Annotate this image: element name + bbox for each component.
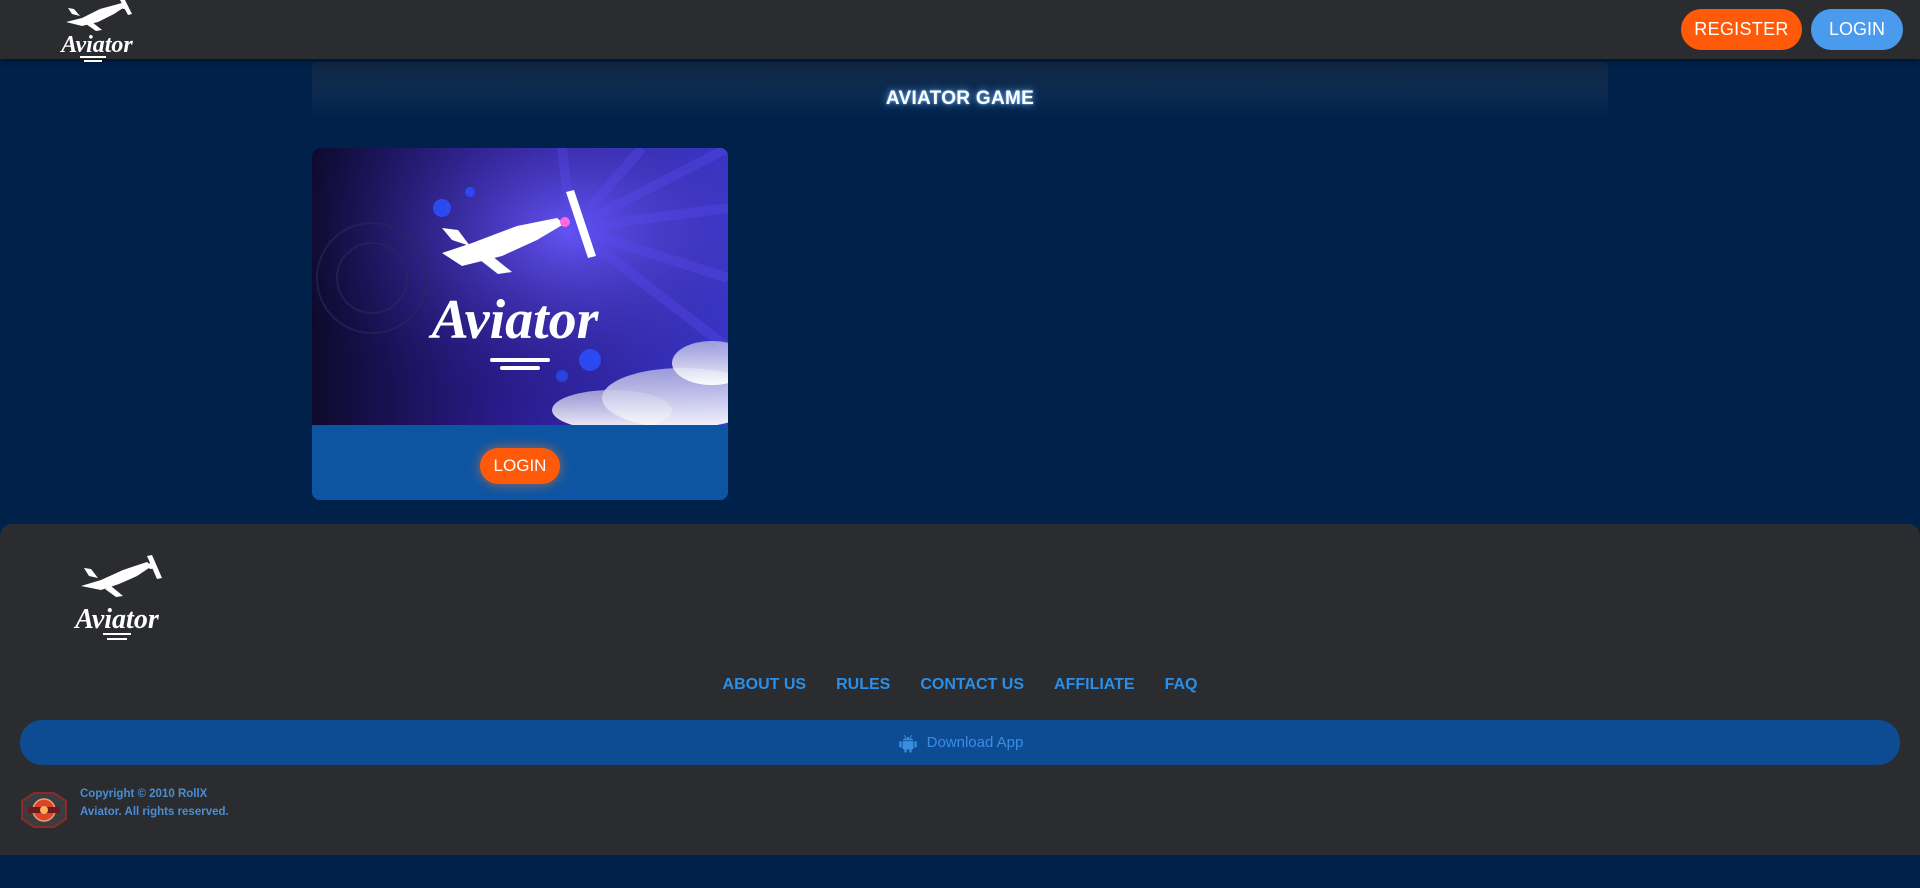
login-button[interactable]: LOGIN [1811,9,1903,50]
site-header: Aviator REGISTER LOGIN [0,0,1920,62]
aviator-logo[interactable]: Aviator [52,0,142,66]
title-band: AVIATOR GAME [312,62,1608,118]
card-footer: LOGIN [312,425,728,500]
download-app-label: Download App [926,734,1024,751]
header-logo-text: Aviator [59,32,133,58]
footer-link-rules[interactable]: RULES [836,676,890,694]
footer-nav: ABOUT US RULES CONTACT US AFFILIATE FAQ [0,676,1920,694]
card-login-button[interactable]: LOGIN [480,448,560,484]
aviator-game-thumbnail[interactable]: Aviator [312,148,728,425]
site-footer: Aviator ABOUT US RULES CONTACT US AFFILI… [0,524,1920,855]
page-title: AVIATOR GAME [885,88,1035,109]
game-card[interactable]: Aviator LOGIN [312,148,728,500]
footer-aviator-logo[interactable]: Aviator [67,554,171,644]
footer-link-affiliate[interactable]: AFFILIATE [1054,676,1135,694]
download-app-button[interactable]: Download App [20,720,1900,765]
certification-seal-icon [21,792,67,828]
android-icon [898,734,917,753]
footer-link-faq[interactable]: FAQ [1165,676,1198,694]
thumb-logo-text: Aviator [429,289,600,351]
footer-link-contact-us[interactable]: CONTACT US [920,676,1024,694]
footer-link-about-us[interactable]: ABOUT US [723,676,807,694]
register-button[interactable]: REGISTER [1681,9,1802,50]
copyright-text: Copyright © 2010 RollX Aviator. All righ… [80,788,229,818]
footer-logo-text: Aviator [73,604,160,635]
